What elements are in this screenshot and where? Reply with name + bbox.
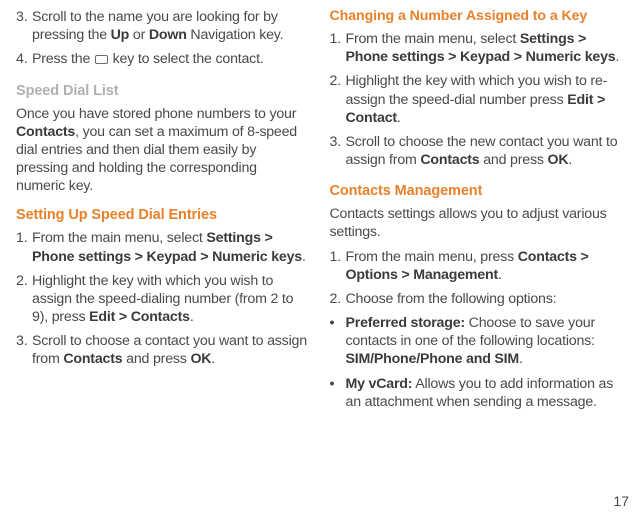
key-icon <box>95 55 108 64</box>
bullet-icon: • <box>330 314 346 369</box>
list-number: 3. <box>330 133 346 169</box>
contacts-mgmt-paragraph: Contacts settings allows you to adjust v… <box>330 205 622 241</box>
heading-speed-dial-list: Speed Dial List <box>16 83 308 99</box>
list-number: 1. <box>330 248 346 284</box>
change-step-1: 1. From the main menu, select Settings >… <box>330 30 622 66</box>
bullet-text: My vCard: Allows you to add information … <box>346 375 622 411</box>
mgmt-step-1: 1. From the main menu, press Contacts > … <box>330 248 622 284</box>
list-number: 1. <box>330 30 346 66</box>
bullet-text: Preferred storage: Choose to save your c… <box>346 314 622 369</box>
list-number: 3. <box>16 332 32 368</box>
change-step-3: 3. Scroll to choose the new contact you … <box>330 133 622 169</box>
page-number: 17 <box>613 493 629 509</box>
step-text: From the main menu, press Contacts > Opt… <box>346 248 622 284</box>
step-text: Scroll to choose the new contact you wan… <box>346 133 622 169</box>
setup-step-1: 1. From the main menu, select Settings >… <box>16 229 308 265</box>
heading-contacts-management: Contacts Management <box>330 183 622 199</box>
step-text: Highlight the key with which you wish to… <box>32 272 308 327</box>
step-text: Press the key to select the contact. <box>32 50 308 68</box>
list-number: 2. <box>330 72 346 127</box>
right-column: Changing a Number Assigned to a Key 1. F… <box>330 8 622 417</box>
setup-step-3: 3. Scroll to choose a contact you want t… <box>16 332 308 368</box>
step-text: From the main menu, select Settings > Ph… <box>32 229 308 265</box>
mgmt-step-2: 2. Choose from the following options: <box>330 290 622 308</box>
list-number: 2. <box>16 272 32 327</box>
step-text: Highlight the key with which you wish to… <box>346 72 622 127</box>
setup-step-2: 2. Highlight the key with which you wish… <box>16 272 308 327</box>
change-step-2: 2. Highlight the key with which you wish… <box>330 72 622 127</box>
left-column: 3. Scroll to the name you are looking fo… <box>16 8 308 417</box>
step-text: From the main menu, select Settings > Ph… <box>346 30 622 66</box>
step-text: Choose from the following options: <box>346 290 622 308</box>
step-text: Scroll to choose a contact you want to a… <box>32 332 308 368</box>
heading-changing-number: Changing a Number Assigned to a Key <box>330 8 622 24</box>
heading-setting-up-speed-dial: Setting Up Speed Dial Entries <box>16 207 308 223</box>
list-number: 3. <box>16 8 32 44</box>
list-number: 1. <box>16 229 32 265</box>
speed-dial-paragraph: Once you have stored phone numbers to yo… <box>16 105 308 196</box>
step-3: 3. Scroll to the name you are looking fo… <box>16 8 308 44</box>
bullet-preferred-storage: • Preferred storage: Choose to save your… <box>330 314 622 369</box>
bullet-my-vcard: • My vCard: Allows you to add informatio… <box>330 375 622 411</box>
step-4: 4. Press the key to select the contact. <box>16 50 308 68</box>
bullet-icon: • <box>330 375 346 411</box>
step-text: Scroll to the name you are looking for b… <box>32 8 308 44</box>
list-number: 2. <box>330 290 346 308</box>
list-number: 4. <box>16 50 32 68</box>
